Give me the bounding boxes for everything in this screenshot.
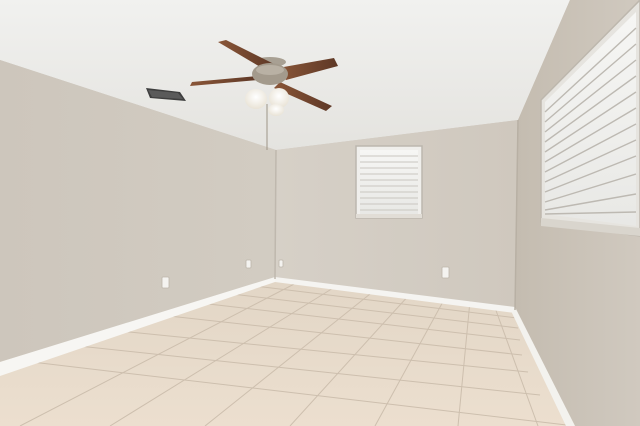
outlet-back-2 xyxy=(441,266,450,279)
corner-left xyxy=(274,149,277,280)
fan-light-bulb-3 xyxy=(268,104,284,116)
outlet-left-2 xyxy=(245,259,252,269)
room-illustration xyxy=(0,0,640,426)
outlet-left xyxy=(161,276,170,289)
room-photo xyxy=(0,0,640,426)
back-window xyxy=(355,145,423,219)
fan-light-bulb-1 xyxy=(245,89,267,109)
outlet-back-1 xyxy=(278,259,284,268)
